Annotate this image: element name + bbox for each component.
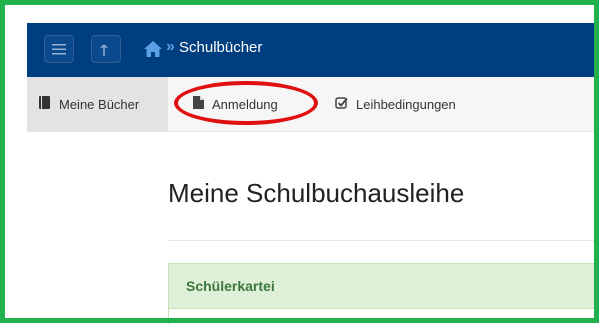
page-title: Meine Schulbuchausleihe [168, 178, 465, 208]
hamburger-icon[interactable] [44, 35, 74, 63]
tab-label: Leihbedingungen [356, 96, 456, 112]
tab-meine-buecher[interactable]: Meine Bücher [27, 77, 168, 131]
tab-leihbedingungen[interactable]: Leihbedingungen [323, 77, 493, 131]
student-record-panel: Schülerkartei [168, 263, 599, 324]
home-icon[interactable] [143, 40, 163, 58]
top-navbar: » Schulbücher [27, 23, 599, 77]
divider [168, 240, 599, 241]
panel-title: Schülerkartei [169, 264, 599, 309]
breadcrumb-title[interactable]: Schulbücher [179, 39, 262, 56]
annotation-circle [174, 81, 318, 125]
arrow-up-icon[interactable] [91, 35, 121, 63]
breadcrumb-separator: » [166, 38, 175, 55]
tab-label: Meine Bücher [59, 96, 140, 112]
checkbox-icon [335, 96, 348, 112]
book-icon [39, 96, 51, 112]
